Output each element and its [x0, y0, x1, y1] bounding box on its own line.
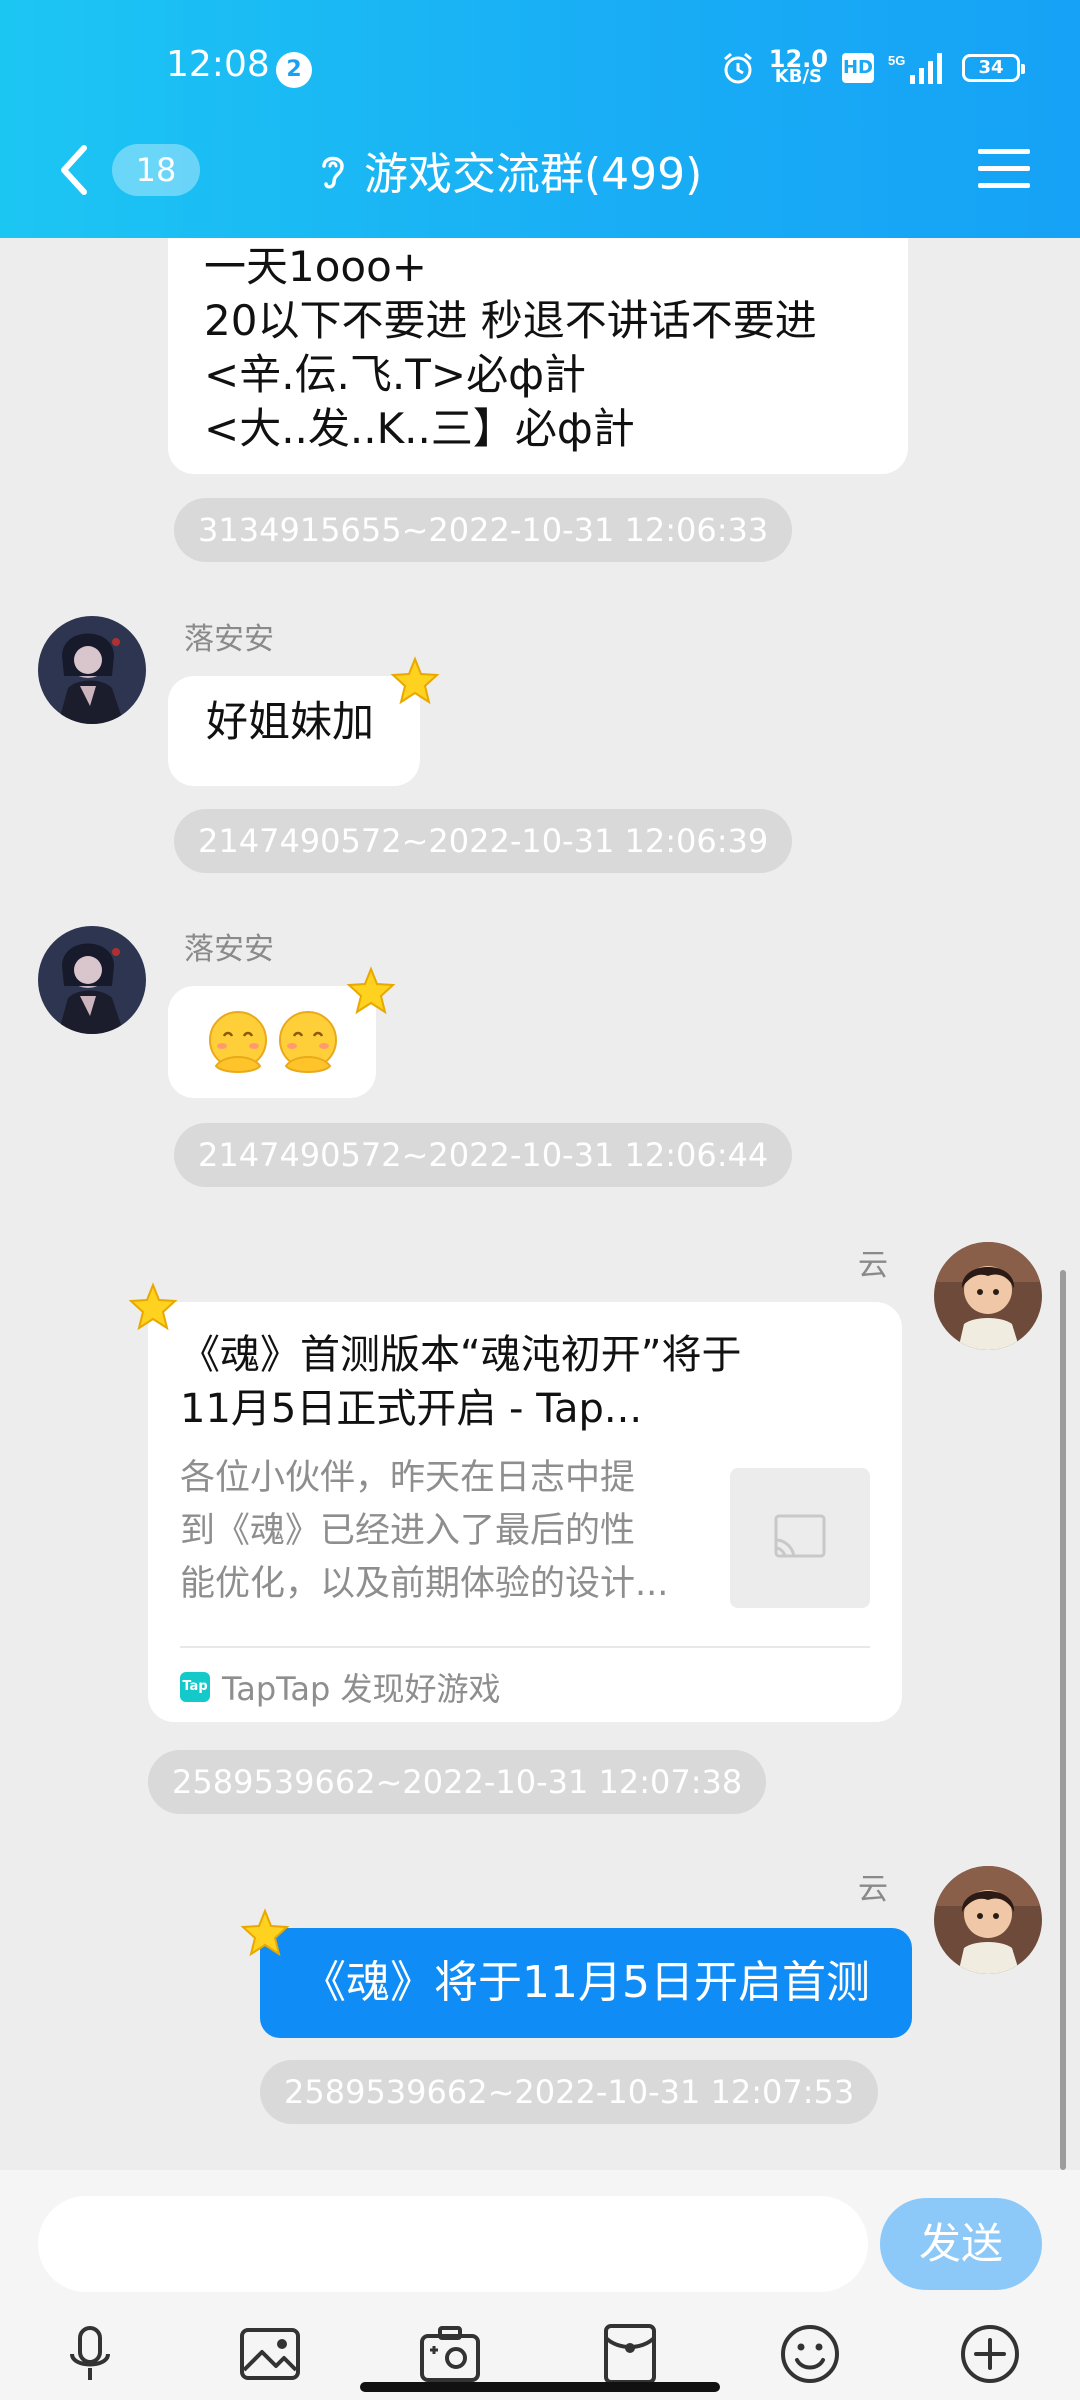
- back-button[interactable]: [54, 140, 94, 200]
- message-timestamp: 2147490572~2022-10-31 12:06:39: [174, 809, 793, 873]
- message-line: <辛.伝.飞.T>必ф計: [204, 350, 586, 399]
- group-title: 游戏交流群(499): [364, 149, 703, 200]
- emoji-icon[interactable]: [778, 2322, 842, 2386]
- net-speed-unit: KB/S: [774, 66, 822, 87]
- message-timestamp: 2147490572~2022-10-31 12:06:44: [174, 1123, 793, 1187]
- scrollbar[interactable]: [1060, 1270, 1066, 2170]
- message-bubble[interactable]: 好姐妹加: [168, 676, 420, 786]
- star-badge-icon: [390, 656, 440, 705]
- image-icon[interactable]: [238, 2322, 302, 2386]
- card-source: Tap TapTap 发现好游戏: [180, 1664, 501, 1710]
- message-line: <大..发..K..三】必ф計: [204, 404, 635, 453]
- home-indicator[interactable]: [360, 2382, 720, 2392]
- message-bubble[interactable]: 一天1ooo+ 20以下不要进 秒退不讲话不要进 <辛.伝.飞.T>必ф計 <大…: [168, 238, 908, 474]
- plus-icon[interactable]: [958, 2322, 1022, 2386]
- card-title-line: 11月5日正式开启 - Tap...: [180, 1386, 643, 1432]
- status-time: 12:08: [166, 44, 270, 85]
- message-input[interactable]: [38, 2196, 868, 2292]
- hd-badge: HD: [842, 53, 874, 83]
- avatar[interactable]: [38, 616, 146, 724]
- star-badge-icon: [346, 966, 396, 1015]
- svg-text:5G: 5G: [888, 53, 905, 68]
- sender-nickname: 落安安: [184, 932, 274, 967]
- sender-nickname: 落安安: [184, 622, 274, 657]
- message-line: 一天1ooo+: [204, 242, 428, 291]
- star-badge-icon: [240, 1908, 290, 1957]
- card-divider: [180, 1646, 870, 1648]
- image-placeholder-icon: [774, 1514, 826, 1558]
- notification-count-badge: 2: [276, 52, 312, 88]
- menu-icon[interactable]: [978, 146, 1030, 192]
- card-description-line: 各位小伙伴，昨天在日志中提: [180, 1458, 636, 1498]
- chat-title[interactable]: 游戏交流群(499): [316, 140, 702, 200]
- taptap-logo: Tap: [180, 1672, 210, 1702]
- message-timestamp: 3134915655~2022-10-31 12:06:33: [174, 498, 793, 562]
- red-packet-icon[interactable]: [598, 2322, 662, 2386]
- message-timestamp: 2589539662~2022-10-31 12:07:53: [260, 2060, 879, 2124]
- input-bar: 发送: [0, 2170, 1080, 2400]
- net-speed: 12.0 KB/S: [769, 47, 828, 87]
- message-list[interactable]: 一天1ooo+ 20以下不要进 秒退不讲话不要进 <辛.伝.飞.T>必ф計 <大…: [0, 238, 1080, 2170]
- message-timestamp: 2589539662~2022-10-31 12:07:38: [148, 1750, 767, 1814]
- battery-indicator: 34: [962, 54, 1025, 82]
- card-source-text: TapTap 发现好游戏: [222, 1670, 501, 1708]
- shy-emoji-icon: [209, 1011, 267, 1073]
- link-card[interactable]: 《魂》首测版本“魂沌初开”将于 11月5日正式开启 - Tap... 各位小伙伴…: [148, 1302, 902, 1722]
- self-message-bubble[interactable]: 《魂》将于11月5日开启首测: [260, 1928, 912, 2038]
- message-text: 好姐妹加: [206, 697, 375, 746]
- sender-nickname: 云: [858, 1872, 888, 1907]
- sender-nickname: 云: [858, 1248, 888, 1283]
- header-bar: 12:08 2 12.0 KB/S HD 5G 34 18 游戏交流群(499): [0, 0, 1080, 238]
- camera-icon[interactable]: [418, 2322, 482, 2386]
- star-badge-icon: [128, 1282, 178, 1331]
- message-bubble[interactable]: [168, 986, 376, 1098]
- alarm-icon: [723, 52, 752, 84]
- signal-icon: 5G: [888, 53, 942, 84]
- ear-icon: [322, 156, 344, 189]
- avatar[interactable]: [38, 926, 146, 1034]
- card-description-line: 到《魂》已经进入了最后的性: [180, 1511, 636, 1551]
- shy-emoji-icon: [279, 1011, 337, 1073]
- send-button[interactable]: 发送: [880, 2198, 1042, 2290]
- avatar[interactable]: [934, 1242, 1042, 1350]
- status-indicators: 12.0 KB/S HD 5G 34: [721, 46, 1025, 90]
- unread-count-pill[interactable]: 18: [112, 144, 200, 196]
- message-line: 20以下不要进 秒退不讲话不要进: [204, 296, 817, 345]
- card-title-line: 《魂》首测版本“魂沌初开”将于: [180, 1332, 742, 1378]
- avatar[interactable]: [934, 1866, 1042, 1974]
- card-thumbnail: [730, 1468, 870, 1608]
- microphone-icon[interactable]: [58, 2322, 122, 2386]
- card-description-line: 能优化，以及前期体验的设计...: [180, 1564, 669, 1604]
